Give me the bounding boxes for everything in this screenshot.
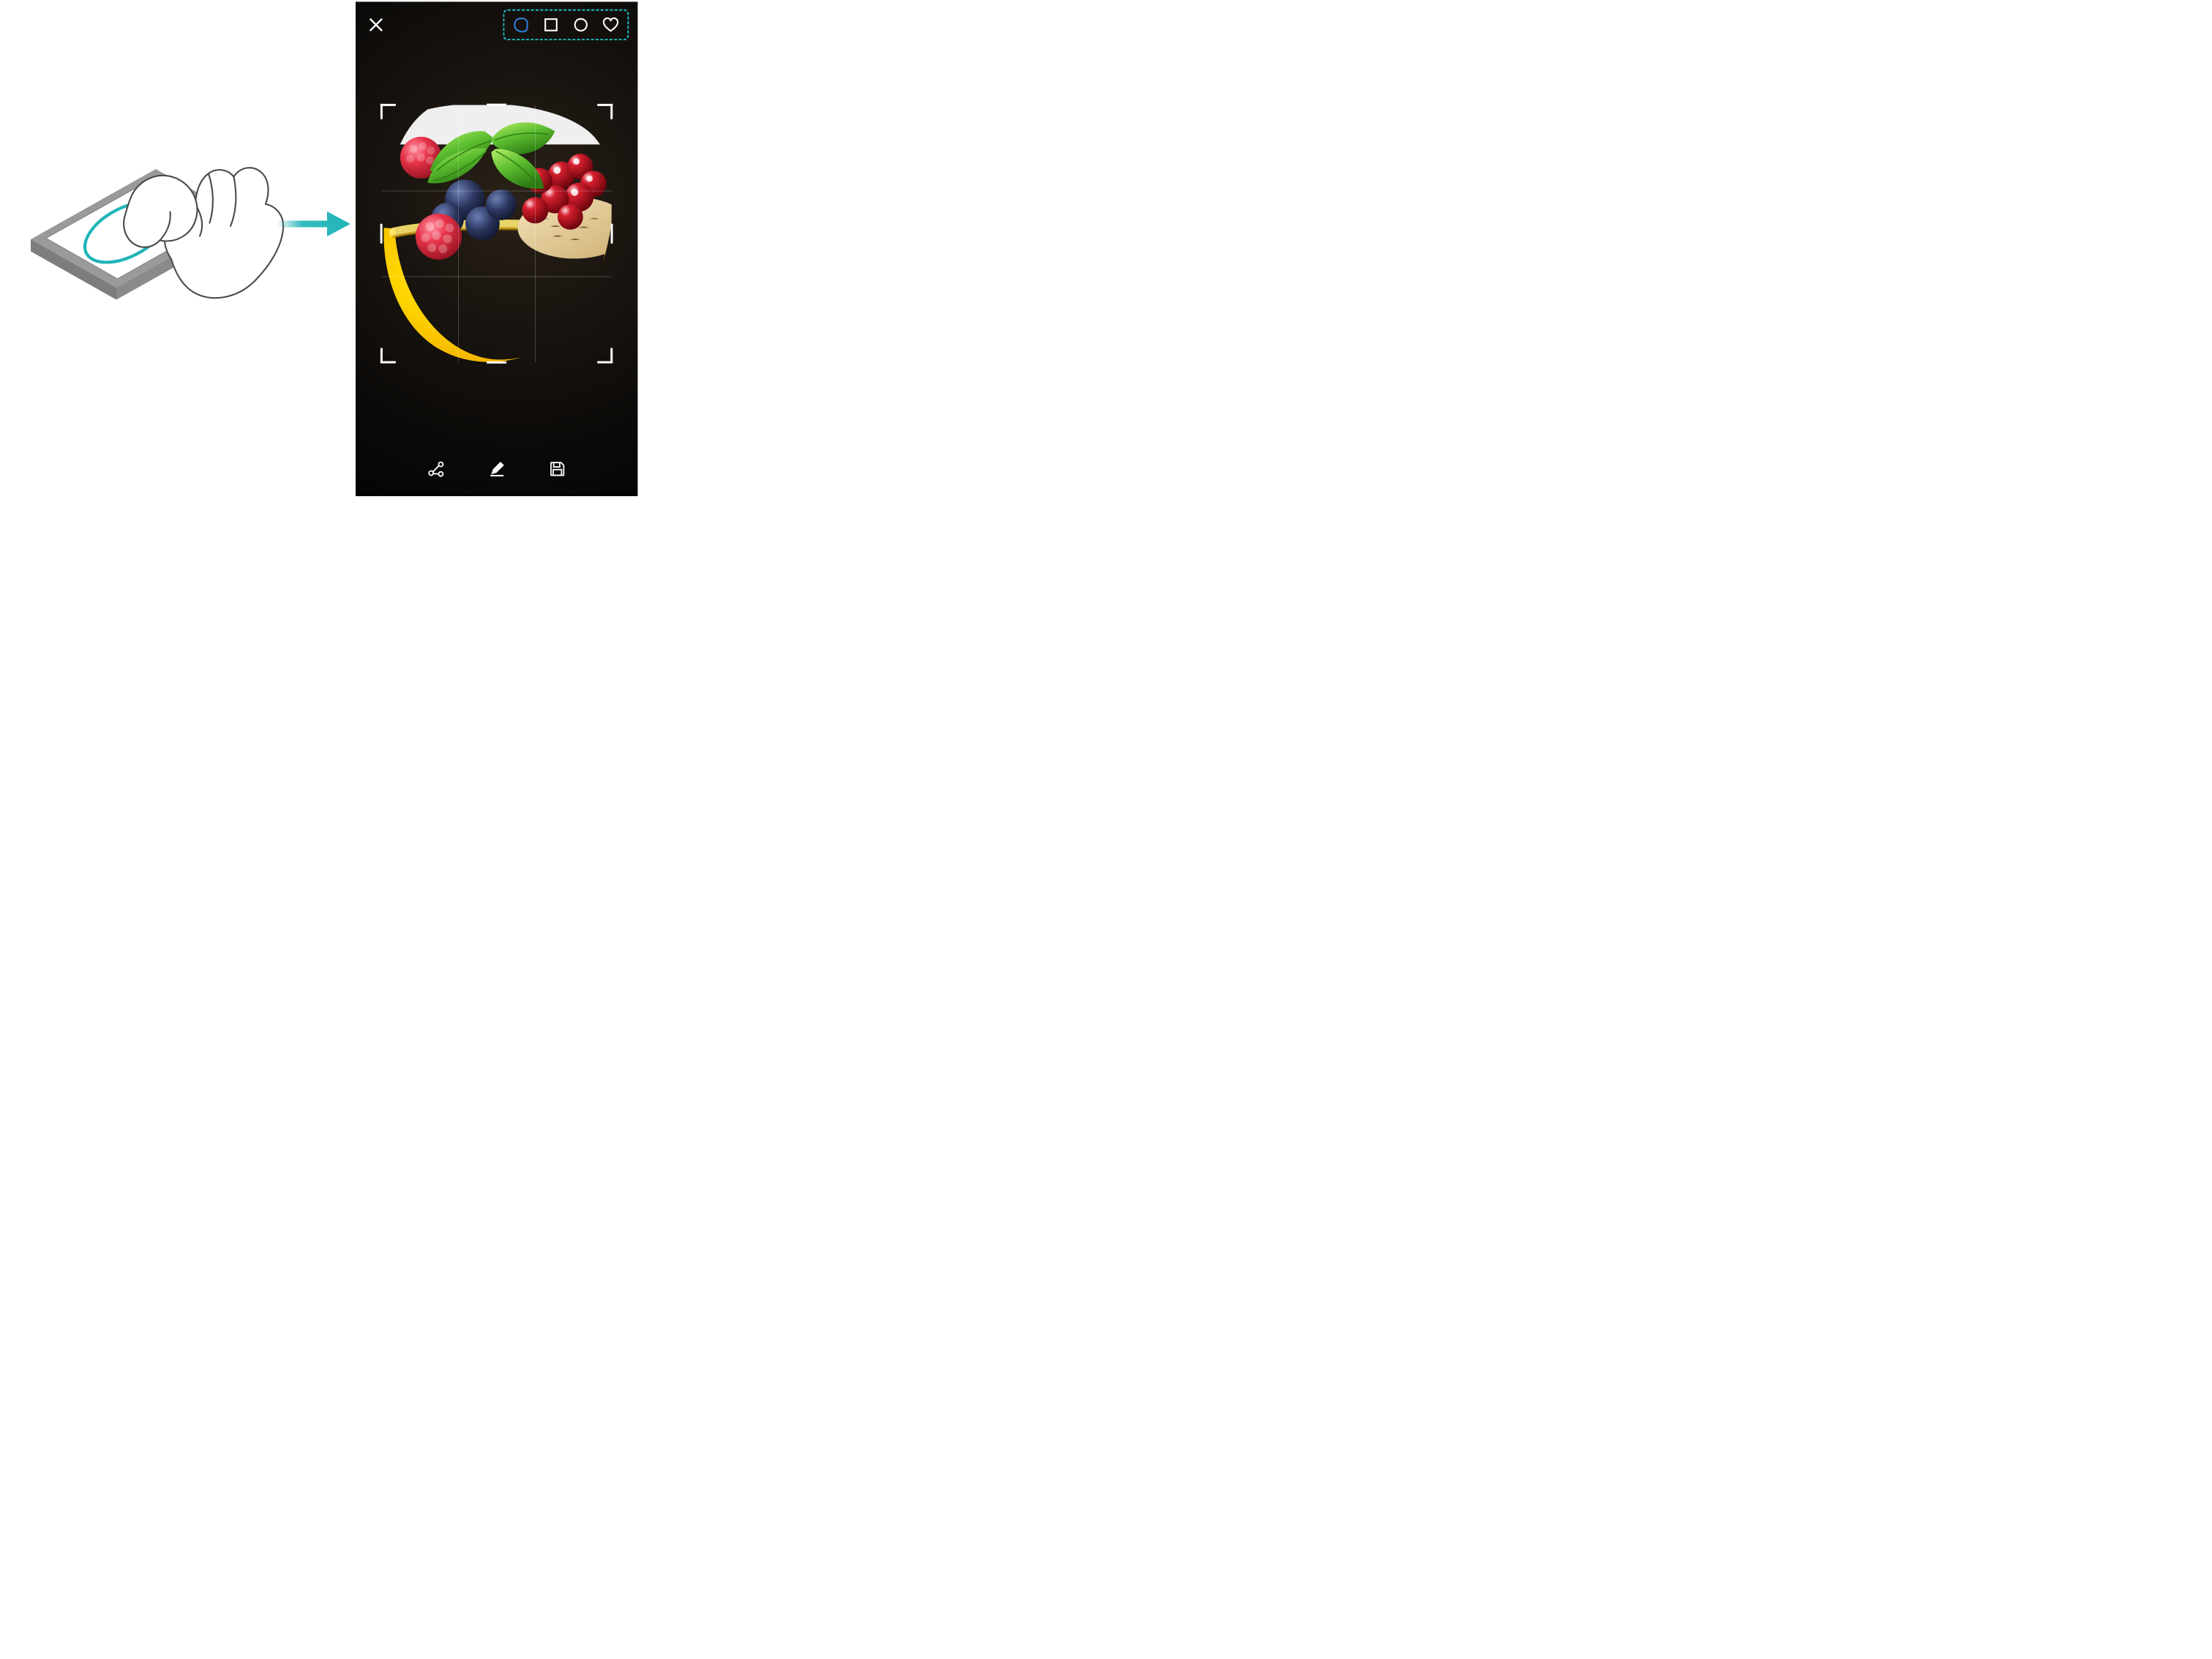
close-button[interactable] [366,15,386,34]
crop-handle-br[interactable] [597,348,612,364]
grid-line [458,105,459,362]
crop-handle-right[interactable] [611,224,613,244]
crop-frame[interactable] [381,105,611,362]
share-button[interactable] [426,458,447,479]
top-bar [356,1,638,48]
cropped-photo [381,105,611,362]
edit-button[interactable] [486,458,507,479]
save-button[interactable] [547,458,568,479]
close-icon [370,18,383,32]
app-screenshot [356,1,638,496]
square-shape-icon [544,18,558,31]
heart-shape-icon [603,18,619,32]
crop-handle-bottom[interactable] [487,362,506,364]
grid-line [535,105,536,362]
gesture-illustration [26,123,294,342]
heart-shape-button[interactable] [601,15,620,34]
figure-stage [0,0,664,498]
freeform-shape-icon [514,17,529,32]
shape-picker-highlight [503,10,629,41]
circle-shape-button[interactable] [571,15,590,34]
share-icon [427,460,444,477]
grid-line [381,191,611,192]
square-shape-button[interactable] [541,15,560,34]
save-icon [549,461,565,477]
crop-handle-tl[interactable] [380,104,396,119]
circle-shape-icon [574,18,588,32]
pencil-icon [488,460,505,477]
crop-handle-bl[interactable] [380,348,396,364]
crop-handle-left[interactable] [380,224,383,244]
crop-handle-tr[interactable] [597,104,612,119]
freeform-shape-button[interactable] [512,15,530,34]
bottom-toolbar [356,446,638,496]
arrow-right [277,210,351,239]
crop-handle-top[interactable] [487,104,506,106]
